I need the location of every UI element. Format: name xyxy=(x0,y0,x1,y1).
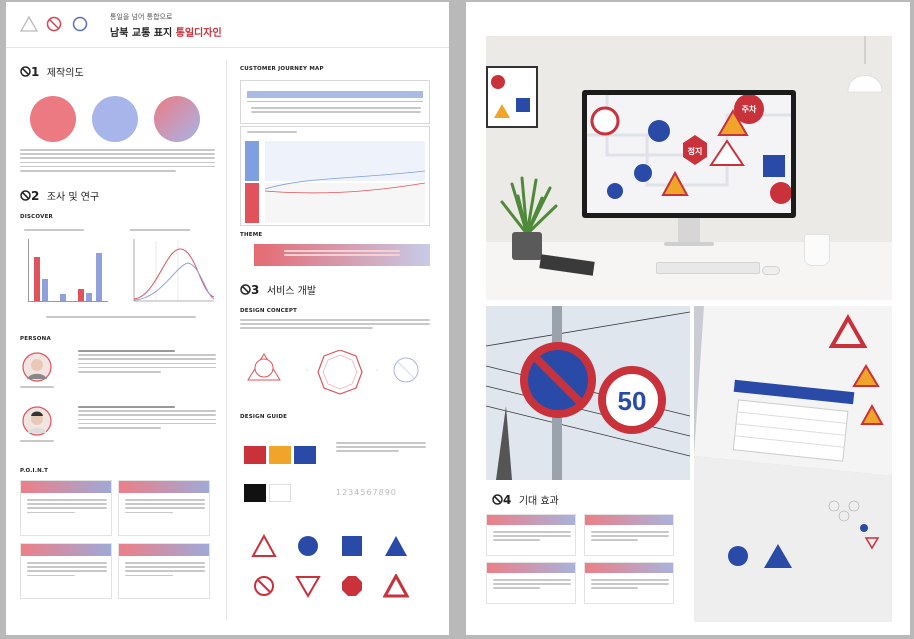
chart-bar xyxy=(34,257,40,301)
persona-caption-2 xyxy=(20,440,54,444)
section-3-heading: 3 서비스 개발 xyxy=(240,282,316,297)
road-sign-photo: 50 xyxy=(486,306,690,480)
point-card xyxy=(118,480,210,536)
persona-quote-1 xyxy=(78,350,216,375)
potted-plant xyxy=(500,176,558,260)
customer-journey-label: CUSTOMER JOURNEY MAP xyxy=(240,66,324,72)
mouse xyxy=(762,266,780,275)
discover-label: DISCOVER xyxy=(20,214,53,220)
speed-limit-text: 50 xyxy=(618,386,647,416)
persona-label: PERSONA xyxy=(20,336,51,342)
sign-circle-blue xyxy=(288,532,328,560)
journey-map-detail xyxy=(240,126,430,226)
lamp xyxy=(847,36,883,93)
effect-card xyxy=(584,562,674,604)
journey-map-top xyxy=(240,80,430,124)
monitor-screen: 주차 정지 xyxy=(587,95,791,213)
prohibition-icon xyxy=(240,284,251,295)
point-card xyxy=(20,480,112,536)
intent-circle-3 xyxy=(154,96,200,142)
sign-octagon-red xyxy=(332,572,372,600)
number-sample: 1234567890 xyxy=(336,488,397,497)
prohibition-icon xyxy=(46,16,62,32)
monitor: 주차 정지 xyxy=(582,90,796,218)
section-4-heading: 4 기대 효과 xyxy=(492,492,559,507)
color-swatch-blue xyxy=(294,446,316,464)
sign-stop-text: 정지 xyxy=(688,146,703,156)
concept-signs: › › xyxy=(247,350,419,395)
discover-bar-chart xyxy=(20,227,112,311)
color-swatch-black xyxy=(244,484,266,502)
effect-card xyxy=(486,562,576,604)
keyboard xyxy=(656,262,760,274)
sign-square-blue xyxy=(332,532,372,560)
concept-paragraph xyxy=(240,319,430,332)
header-title: 남북 교통 표지 통일디자인 xyxy=(110,28,222,39)
color-swatch-yellow xyxy=(269,446,291,464)
brochure-photo xyxy=(694,306,892,622)
intent-circle-1 xyxy=(30,96,76,142)
chart-bar xyxy=(78,289,84,301)
prohibition-icon xyxy=(492,494,503,505)
chart-bar xyxy=(86,293,92,301)
intent-circle-2 xyxy=(92,96,138,142)
theme-banner xyxy=(254,244,430,266)
point-label: P.O.I.N.T xyxy=(20,468,49,474)
chart-bar xyxy=(60,294,66,301)
theme-label: THEME xyxy=(240,232,263,238)
wall-poster xyxy=(486,66,538,128)
triangle-icon xyxy=(20,16,38,32)
circle-icon xyxy=(72,16,88,32)
svg-text:›: › xyxy=(376,367,378,374)
effect-card xyxy=(584,514,674,556)
document-spread: 통일을 넘어 통합으로 남북 교통 표지 통일디자인 1 제작의도 2 조사 및… xyxy=(0,0,914,639)
column-divider xyxy=(226,60,227,620)
monitor-stand xyxy=(678,218,700,244)
point-card xyxy=(118,543,210,599)
right-page: 주차 정지 50 4 기대 효과 xyxy=(466,2,910,635)
persona-caption-1 xyxy=(20,386,54,390)
persona-avatar-2 xyxy=(22,406,52,436)
chart-bar xyxy=(42,279,48,301)
mug xyxy=(804,234,830,266)
section-2-heading: 2 조사 및 연구 xyxy=(20,188,99,203)
sign-prohibition xyxy=(244,572,284,600)
color-swatch-white xyxy=(269,484,291,502)
intent-paragraph xyxy=(20,149,215,174)
persona-avatar-1 xyxy=(22,352,52,382)
sign-triangle-blue xyxy=(376,532,416,560)
typography-sample xyxy=(336,442,426,455)
effect-card xyxy=(486,514,576,556)
header-subtitle: 통일을 넘어 통합으로 xyxy=(110,13,173,21)
persona-quote-2 xyxy=(78,406,216,431)
color-swatch-red xyxy=(244,446,266,464)
chart-bar xyxy=(96,253,102,301)
design-guide-label: DESIGN GUIDE xyxy=(240,414,288,420)
discover-curve-chart xyxy=(130,229,215,302)
sign-inverted-triangle xyxy=(288,572,328,600)
prohibition-icon xyxy=(20,66,31,77)
design-concept-label: DESIGN CONCEPT xyxy=(240,308,298,314)
sign-parking-text: 주차 xyxy=(742,104,757,114)
left-page: 통일을 넘어 통합으로 남북 교통 표지 통일디자인 1 제작의도 2 조사 및… xyxy=(6,2,449,635)
sign-triangle-red xyxy=(376,572,416,600)
point-card xyxy=(20,543,112,599)
sign-triangle-outline xyxy=(244,532,284,560)
monitor-mockup-photo: 주차 정지 xyxy=(486,36,892,300)
page-header: 통일을 넘어 통합으로 남북 교통 표지 통일디자인 xyxy=(6,2,449,48)
chart-caption xyxy=(46,316,196,320)
section-1-heading: 1 제작의도 xyxy=(20,64,84,79)
svg-text:›: › xyxy=(306,367,308,374)
prohibition-icon xyxy=(20,190,31,201)
